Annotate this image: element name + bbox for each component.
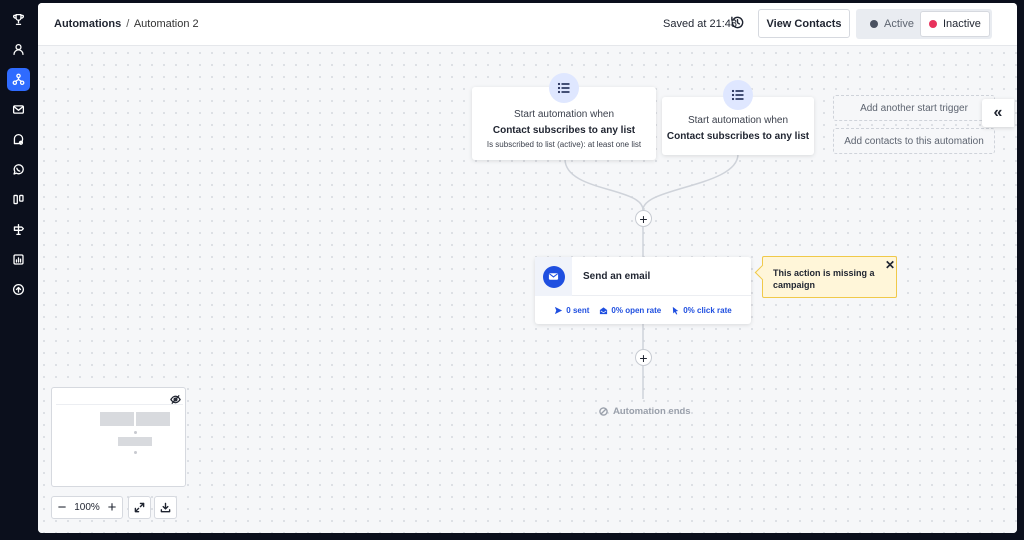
add-step-button[interactable]: +	[635, 349, 652, 366]
status-active-option[interactable]: Active	[862, 11, 918, 37]
minimap-node	[118, 437, 152, 446]
stat-open-rate-label: 0% open rate	[611, 305, 662, 315]
double-chevron-left-icon: «	[993, 104, 1003, 121]
automation-end: Automation ends	[599, 406, 691, 417]
download-button[interactable]	[154, 496, 177, 519]
plus-icon: +	[639, 349, 648, 366]
trigger-event: Contact subscribes to any list	[492, 125, 636, 136]
add-contacts-button[interactable]: Add contacts to this automation	[833, 128, 995, 154]
status-toggle: Active Inactive	[856, 9, 992, 39]
saved-status: Saved at 21:48	[663, 18, 738, 30]
nav-upgrade-icon[interactable]	[7, 278, 30, 301]
action-icon-wrap	[535, 257, 572, 296]
missing-campaign-warning: This action is missing a campaign ✕	[762, 256, 897, 298]
status-inactive-option[interactable]: Inactive	[920, 11, 990, 37]
mail-icon	[542, 265, 565, 288]
active-dot-icon	[870, 20, 878, 28]
status-inactive-label: Inactive	[943, 18, 981, 30]
zoom-control: − 100% +	[51, 496, 123, 519]
trigger-title: Start automation when	[513, 109, 615, 120]
minimap-node	[134, 451, 137, 454]
minimap-node	[100, 412, 134, 426]
topbar: Automations / Automation 2 Saved at 21:4…	[38, 3, 1017, 46]
action-title: Send an email	[583, 271, 651, 282]
warning-text: This action is missing a campaign	[773, 268, 875, 291]
nav-user-icon[interactable]	[7, 38, 30, 61]
nav-reports-icon[interactable]	[7, 248, 30, 271]
nav-whatsapp-icon[interactable]	[7, 158, 30, 181]
minimap[interactable]	[51, 387, 186, 487]
sidebar	[0, 0, 37, 540]
stat-sent[interactable]: 0 sent	[554, 301, 589, 319]
action-header: Send an email	[535, 257, 751, 296]
breadcrumb: Automations / Automation 2	[54, 18, 199, 30]
send-email-action-card[interactable]: Send an email 0 sent 0% open rate 0% cli…	[535, 257, 751, 324]
list-icon	[723, 80, 753, 110]
eye-off-icon[interactable]	[170, 392, 181, 405]
zoom-level: 100%	[74, 502, 100, 513]
breadcrumb-current: Automation 2	[133, 18, 199, 30]
workflow-canvas[interactable]: Start automation when Contact subscribes…	[38, 47, 1017, 533]
stat-open-rate[interactable]: 0% open rate	[599, 301, 661, 319]
minimap-viewport	[56, 404, 183, 470]
stat-click-rate[interactable]: 0% click rate	[671, 301, 732, 319]
trigger-title: Start automation when	[687, 115, 789, 126]
open-mail-icon	[600, 306, 608, 314]
stat-sent-label: 0 sent	[566, 305, 590, 315]
zoom-in-button[interactable]: +	[106, 500, 118, 515]
history-icon[interactable]	[730, 15, 745, 30]
send-icon	[555, 306, 563, 314]
trigger-event: Contact subscribes to any list	[666, 131, 810, 142]
nav-trophy-icon[interactable]	[7, 8, 30, 31]
action-stats: 0 sent 0% open rate 0% click rate	[535, 301, 751, 319]
trigger-condition: Is subscribed to list (active): at least…	[486, 140, 642, 149]
stat-click-rate-label: 0% click rate	[683, 305, 732, 315]
expand-icon	[134, 502, 145, 513]
inactive-dot-icon	[929, 20, 937, 28]
download-icon	[160, 502, 171, 513]
add-step-button[interactable]: +	[635, 210, 652, 227]
automation-end-label: Automation ends	[613, 406, 691, 417]
minimap-node	[136, 412, 170, 426]
close-icon[interactable]: ✕	[885, 258, 895, 272]
nav-pipeline-icon[interactable]	[7, 188, 30, 211]
view-contacts-button[interactable]: View Contacts	[758, 9, 850, 38]
add-start-trigger-button[interactable]: Add another start trigger	[833, 95, 995, 121]
main-panel: Automations / Automation 2 Saved at 21:4…	[38, 3, 1017, 533]
block-icon	[599, 407, 608, 416]
fit-view-button[interactable]	[128, 496, 151, 519]
minimap-node	[134, 431, 137, 434]
breadcrumb-separator: /	[126, 18, 130, 30]
plus-icon: +	[639, 210, 648, 227]
collapse-panel-button[interactable]: «	[982, 99, 1014, 127]
status-active-label: Active	[884, 18, 914, 30]
cursor-icon	[673, 306, 679, 315]
list-icon	[549, 73, 579, 103]
zoom-out-button[interactable]: −	[56, 500, 68, 515]
nav-signpost-icon[interactable]	[7, 218, 30, 241]
breadcrumb-root[interactable]: Automations	[54, 18, 121, 30]
nav-mail-icon[interactable]	[7, 98, 30, 121]
nav-chat-icon[interactable]	[7, 128, 30, 151]
nav-automation-icon[interactable]	[7, 68, 30, 91]
